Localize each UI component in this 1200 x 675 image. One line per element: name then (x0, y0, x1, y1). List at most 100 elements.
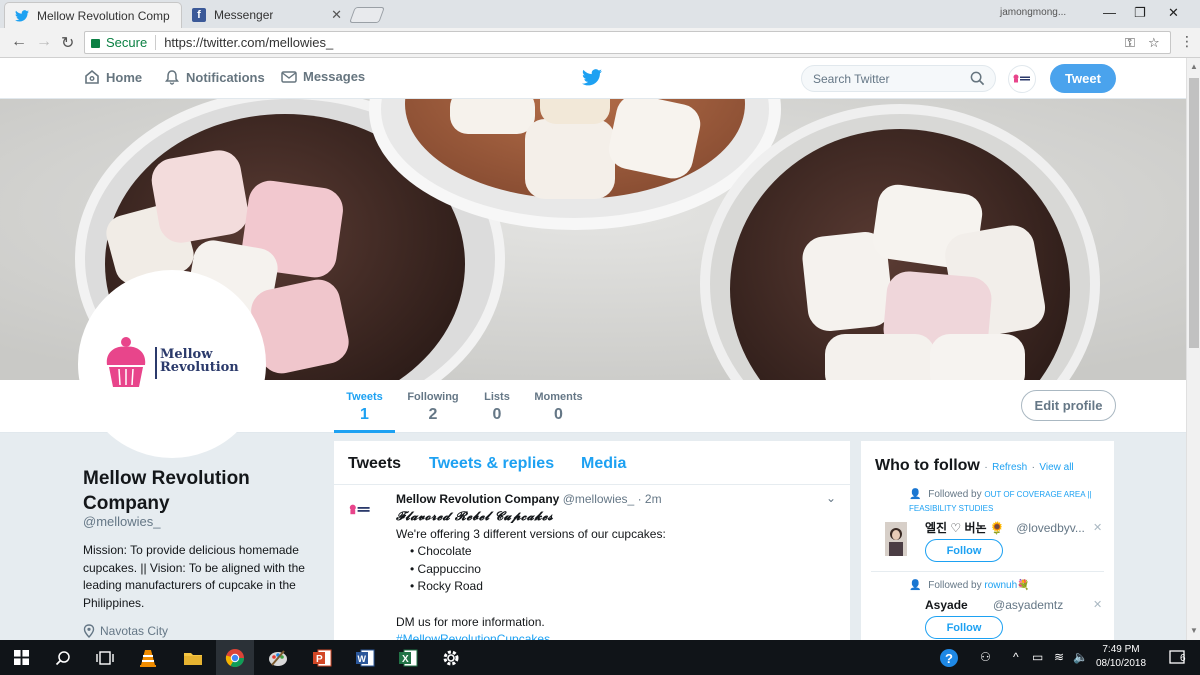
stat-lists[interactable]: Lists 0 (478, 391, 516, 424)
file-explorer-icon[interactable] (174, 640, 212, 675)
tab-label: Messenger (214, 8, 274, 22)
volume-icon[interactable]: 🔈 (1073, 650, 1088, 664)
help-icon[interactable]: ? (930, 640, 968, 675)
clock-time: 7:49 PM (1102, 644, 1140, 655)
windows-start-icon[interactable] (2, 640, 40, 675)
nav-home[interactable]: Home (84, 69, 142, 85)
page-scrollbar[interactable]: ▲ ▼ (1186, 58, 1200, 640)
suggestion-name-row: Asyade @asyademtz (925, 598, 1063, 612)
secure-label: Secure (106, 35, 148, 50)
tweet-author-handle[interactable]: @mellowies_ (563, 492, 635, 506)
back-icon[interactable]: ← (11, 33, 27, 51)
envelope-icon (281, 70, 297, 83)
scroll-down-icon[interactable]: ▼ (1190, 626, 1198, 635)
close-icon[interactable]: ✕ (331, 7, 342, 23)
profile-avatar[interactable]: Mellow Revolution (78, 270, 266, 458)
clock[interactable]: 7:49 PM 08/10/2018 (1094, 643, 1148, 671)
follow-button[interactable]: Follow (925, 539, 1003, 562)
star-icon[interactable]: ☆ (1148, 35, 1160, 51)
stat-label: Tweets (346, 391, 383, 403)
secure-indicator[interactable]: Secure (91, 35, 147, 50)
followed-by-link[interactable]: rownuh💐 (984, 580, 1029, 591)
view-all-link[interactable]: View all (1039, 462, 1073, 473)
scroll-up-icon[interactable]: ▲ (1190, 62, 1198, 71)
task-view-icon[interactable] (86, 640, 124, 675)
suggestion-avatar[interactable] (885, 522, 907, 556)
followed-by-context: 👤 Followed by OUT OF COVERAGE AREA || FE… (909, 488, 1099, 516)
tweet-author-name[interactable]: Mellow Revolution Company (396, 492, 559, 506)
tab-tweets[interactable]: Tweets (348, 455, 401, 473)
search-icon[interactable] (44, 640, 82, 675)
tweet-list: Chocolate Cappuccino Rocky Road (410, 543, 836, 596)
people-icon[interactable]: ⚇ (980, 650, 991, 664)
tweet-text: 𝓕𝓵𝓪𝓿𝓸𝓻𝓮𝓭 𝓡𝓮𝓫𝓮𝓵 𝓒𝓾𝓹𝓬𝓪𝓴𝓮𝓼 We're offering 3… (396, 508, 836, 640)
tab-label: Mellow Revolution Comp (37, 8, 170, 23)
paint-icon[interactable] (259, 640, 297, 675)
tweet-avatar[interactable] (346, 496, 374, 524)
stat-tweets[interactable]: Tweets 1 (334, 391, 395, 424)
nav-notifications[interactable]: Notifications (164, 69, 265, 85)
key-icon[interactable]: ⚿ (1125, 35, 1135, 51)
svg-text:P: P (316, 654, 323, 665)
tab-tweets-replies[interactable]: Tweets & replies (429, 455, 554, 473)
chrome-icon[interactable] (216, 640, 254, 675)
clock-date: 08/10/2018 (1095, 658, 1147, 669)
forward-icon[interactable]: → (36, 33, 52, 51)
menu-icon[interactable]: ⋮ (1180, 33, 1194, 50)
tab-messenger[interactable]: f Messenger ✕ (182, 2, 350, 28)
settings-gear-icon[interactable] (432, 640, 470, 675)
battery-icon[interactable]: ▭ (1032, 650, 1043, 664)
minimize-icon[interactable]: — (1103, 5, 1116, 20)
tab-twitter[interactable]: Mellow Revolution Comp (4, 2, 182, 28)
chevron-up-icon[interactable]: ^ (1013, 650, 1019, 664)
wifi-icon[interactable]: ≋ (1054, 650, 1064, 664)
stat-moments[interactable]: Moments 0 (530, 391, 587, 424)
nav-messages[interactable]: Messages (281, 69, 365, 84)
suggestion-name[interactable]: Asyade (925, 598, 968, 612)
account-avatar[interactable] (1008, 65, 1036, 93)
browser-profile-name[interactable]: jamongmong... (1000, 7, 1066, 18)
browser-tab-strip: Mellow Revolution Comp f Messenger ✕ jam… (0, 0, 1200, 28)
stat-following[interactable]: Following 2 (404, 391, 462, 424)
tweet-hashtag[interactable]: #MellowRevolutionCupcakes (396, 631, 836, 640)
follow-button[interactable]: Follow (925, 616, 1003, 639)
separator: · (984, 462, 988, 473)
refresh-link[interactable]: Refresh (992, 462, 1027, 473)
edit-profile-button[interactable]: Edit profile (1021, 390, 1116, 421)
profile-handle[interactable]: @mellowies_ (83, 514, 161, 529)
tweet-time[interactable]: · 2m (638, 492, 662, 506)
dismiss-icon[interactable]: ✕ (1093, 598, 1102, 611)
chevron-down-icon[interactable]: ⌄ (826, 491, 836, 505)
profile-name[interactable]: Mellow Revolution Company (83, 466, 313, 516)
powerpoint-icon[interactable]: P (303, 640, 341, 675)
search-icon[interactable] (970, 71, 985, 86)
close-window-icon[interactable]: ✕ (1168, 5, 1179, 21)
excel-icon[interactable]: X (389, 640, 427, 675)
maximize-icon[interactable]: ❐ (1134, 5, 1146, 21)
twitter-bird-icon[interactable] (582, 69, 602, 91)
divider (155, 35, 157, 50)
word-icon[interactable]: W (346, 640, 384, 675)
tab-media[interactable]: Media (581, 455, 626, 473)
new-tab-button[interactable] (349, 7, 385, 23)
search-input[interactable]: Search Twitter (801, 65, 996, 92)
dismiss-icon[interactable]: ✕ (1093, 521, 1102, 534)
scroll-thumb[interactable] (1189, 78, 1199, 348)
nav-home-label: Home (106, 69, 143, 85)
reload-icon[interactable]: ↻ (61, 33, 74, 53)
notification-count: 6 (1180, 653, 1186, 664)
url-text[interactable]: https://twitter.com/mellowies_ (164, 35, 333, 50)
vlc-icon[interactable] (129, 640, 167, 675)
address-bar[interactable]: Secure https://twitter.com/mellowies_ ⚿ … (84, 31, 1171, 54)
suggestion-name[interactable]: 엘진 ♡ 버논 🌻 (925, 521, 1005, 535)
facebook-icon: f (192, 8, 206, 22)
divider (871, 571, 1104, 572)
suggestion-handle[interactable]: @asyademtz (993, 598, 1063, 612)
windows-taskbar: P W X ? ⚇ ^ ▭ ≋ 🔈 7:49 PM 08/10/2018 6 (0, 640, 1200, 675)
tweet-button[interactable]: Tweet (1050, 64, 1116, 93)
action-center-icon[interactable]: 6 (1158, 640, 1198, 675)
location-pin-icon (83, 624, 95, 638)
cupcake-logo-icon (1013, 74, 1030, 83)
profile-bio: Mission: To provide delicious homemade c… (83, 543, 305, 610)
suggestion-handle[interactable]: @lovedbyv... (1016, 521, 1085, 535)
